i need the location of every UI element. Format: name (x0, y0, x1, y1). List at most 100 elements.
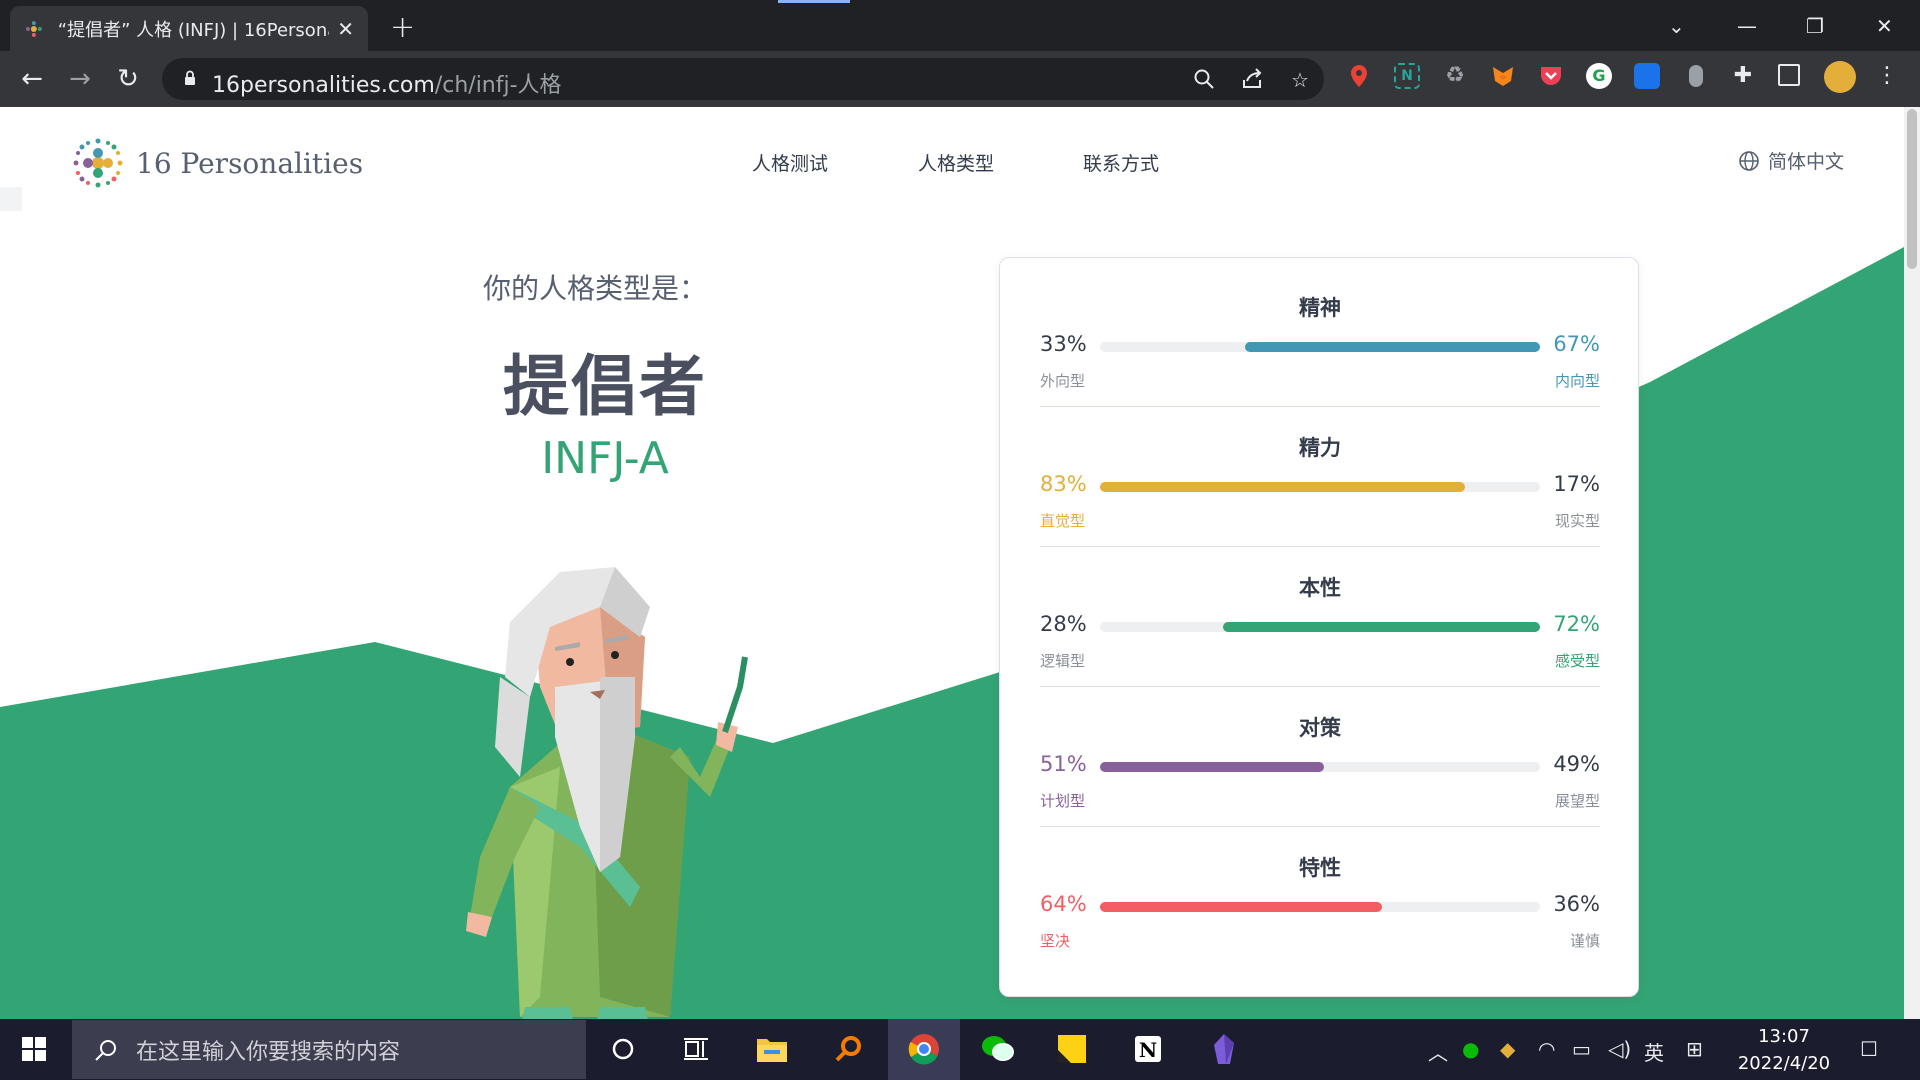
wifi-icon[interactable]: ◠ (1538, 1037, 1555, 1061)
task-view-icon[interactable] (678, 1031, 714, 1067)
recycle-icon[interactable]: ♻ (1442, 63, 1468, 89)
file-explorer-icon[interactable] (754, 1031, 790, 1067)
nav-contact[interactable]: 联系方式 (1083, 149, 1159, 176)
menu-kebab-icon[interactable]: ⋮ (1874, 63, 1900, 89)
avatar[interactable] (1824, 61, 1856, 93)
trait-row-mind: 精神 33% 67% 外向型 内向型 (1040, 258, 1600, 407)
taskbar-search-box[interactable]: 在这里输入你要搜索的内容 (72, 1020, 586, 1079)
new-tab-button[interactable]: + (390, 10, 415, 45)
trait-left-label: 逻辑型 (1040, 652, 1086, 670)
tab-strip-accent (778, 0, 850, 3)
trait-bar-fill (1223, 622, 1540, 632)
clock-date: 2022/4/20 (1737, 1053, 1831, 1074)
personality-type-name: 提倡者 (503, 348, 707, 425)
grammarly-icon[interactable]: G (1586, 63, 1612, 89)
reload-icon[interactable]: ↻ (112, 63, 144, 95)
url-path: /ch/infj-人格 (434, 73, 562, 98)
trait-right-label: 谨慎 (1569, 932, 1600, 950)
clock-time: 13:07 (1758, 1026, 1810, 1047)
logo-dots-icon (73, 138, 123, 188)
tab-title: “提倡者” 人格 (INFJ) | 16Personalities (57, 19, 329, 41)
notion-icon[interactable]: N (1130, 1031, 1166, 1067)
trait-left-percent: 33% (1040, 332, 1087, 356)
svg-text:N: N (1139, 1038, 1157, 1062)
trait-bar-fill (1100, 902, 1382, 912)
windows-start-icon[interactable] (22, 1037, 46, 1061)
site-logo[interactable]: 16 Personalities (70, 135, 363, 191)
mouse-extension-icon[interactable] (1689, 65, 1703, 87)
search-placeholder: 在这里输入你要搜索的内容 (136, 1039, 401, 1065)
language-selector[interactable]: 简体中文 (1738, 147, 1844, 174)
bookmark-star-icon[interactable]: ☆ (1288, 68, 1312, 92)
page-scrollbar[interactable] (1904, 107, 1920, 1019)
trait-left-percent: 51% (1040, 752, 1087, 776)
trait-right-percent: 36% (1553, 892, 1600, 916)
result-intro: 你的人格类型是： (482, 272, 707, 305)
show-hidden-icons-icon[interactable]: ︿ (1428, 1037, 1448, 1066)
trait-row-identity: 特性 64% 36% 坚决 谨慎 (1040, 818, 1600, 958)
tray-wechat-icon[interactable]: ● (1462, 1037, 1479, 1061)
taskbar-clock[interactable]: 13:07 2022/4/20 (1724, 1023, 1844, 1077)
trait-row-nature: 本性 28% 72% 逻辑型 感受型 (1040, 538, 1600, 687)
tray-cat-icon[interactable]: ◆ (1500, 1037, 1515, 1061)
metamask-fox-icon[interactable] (1490, 63, 1516, 89)
search-app-icon[interactable] (830, 1031, 866, 1067)
trait-right-label: 展望型 (1554, 792, 1600, 810)
tab-search-icon[interactable]: ⌄ (1668, 6, 1685, 46)
trait-name: 精力 (1299, 436, 1341, 460)
forward-icon[interactable]: → (64, 63, 96, 95)
zoom-icon[interactable] (1192, 68, 1216, 92)
trait-name: 本性 (1299, 576, 1341, 600)
trait-bar (1100, 902, 1540, 912)
personality-type-code: INFJ-A (541, 433, 669, 484)
scrollbar-thumb[interactable] (1907, 109, 1917, 269)
obsidian-icon[interactable] (1206, 1031, 1242, 1067)
volume-icon[interactable]: ◁) (1608, 1037, 1631, 1061)
trait-left-label: 计划型 (1040, 792, 1086, 810)
nav-personality-types[interactable]: 人格类型 (918, 149, 994, 176)
trait-right-percent: 67% (1553, 332, 1600, 356)
active-tab[interactable]: “提倡者” 人格 (INFJ) | 16Personalities ✕ (10, 6, 368, 51)
logo-text: 16 Personalities (136, 146, 364, 180)
trait-row-tactics: 对策 51% 49% 计划型 展望型 (1040, 678, 1600, 827)
trait-name: 精神 (1299, 296, 1341, 320)
tab-close-icon[interactable]: ✕ (337, 17, 354, 41)
close-window-icon[interactable]: ✕ (1876, 6, 1893, 46)
address-bar[interactable]: 16personalities.com/ch/infj-人格 ☆ (162, 58, 1324, 100)
ime-mode-icon[interactable]: ⊞ (1686, 1037, 1703, 1061)
url-text: 16personalities.com/ch/infj-人格 (212, 67, 562, 99)
extensions-puzzle-icon[interactable]: ✚ (1730, 63, 1756, 89)
side-panel-icon[interactable] (1778, 64, 1800, 86)
trait-bar (1100, 342, 1540, 352)
trait-bar (1100, 622, 1540, 632)
cortana-icon[interactable] (605, 1031, 641, 1067)
minimize-icon[interactable]: — (1737, 6, 1757, 46)
notion-clipper-icon[interactable]: N (1394, 63, 1420, 89)
trait-right-label: 内向型 (1554, 372, 1600, 390)
page-edge-marker (0, 187, 22, 211)
web-page: 16 Personalities 人格测试 人格类型 联系方式 简体中文 你的人… (0, 107, 1904, 1019)
restore-icon[interactable]: ❐ (1806, 6, 1824, 46)
advocate-character-illustration (466, 567, 748, 1019)
share-icon[interactable] (1240, 68, 1264, 92)
notification-center-icon[interactable]: ☐ (1860, 1037, 1878, 1061)
trait-right-percent: 72% (1553, 612, 1600, 636)
url-host: 16personalities.com (212, 73, 435, 98)
trait-left-percent: 64% (1040, 892, 1087, 916)
battery-icon[interactable]: ▭ (1572, 1037, 1591, 1061)
sticky-notes-icon[interactable] (1054, 1031, 1090, 1067)
maps-pin-icon[interactable] (1346, 63, 1372, 89)
trait-bar-fill (1100, 482, 1466, 492)
search-icon (95, 1039, 116, 1061)
nav-personality-test[interactable]: 人格测试 (752, 149, 828, 176)
profile-extension-icon[interactable] (1634, 63, 1660, 89)
trait-left-label: 外向型 (1040, 372, 1086, 390)
back-icon[interactable]: ← (16, 63, 48, 95)
chrome-icon[interactable] (906, 1031, 942, 1067)
trait-row-energy: 精力 83% 17% 直觉型 现实型 (1040, 398, 1600, 547)
pocket-icon[interactable] (1538, 63, 1564, 89)
wechat-icon[interactable] (980, 1031, 1016, 1067)
trait-results-card: 精神 33% 67% 外向型 内向型 精力 83% 17% 直觉型 现实型 本性… (999, 257, 1639, 997)
ime-language[interactable]: 英 (1644, 1037, 1664, 1066)
trait-left-label: 直觉型 (1040, 512, 1086, 530)
